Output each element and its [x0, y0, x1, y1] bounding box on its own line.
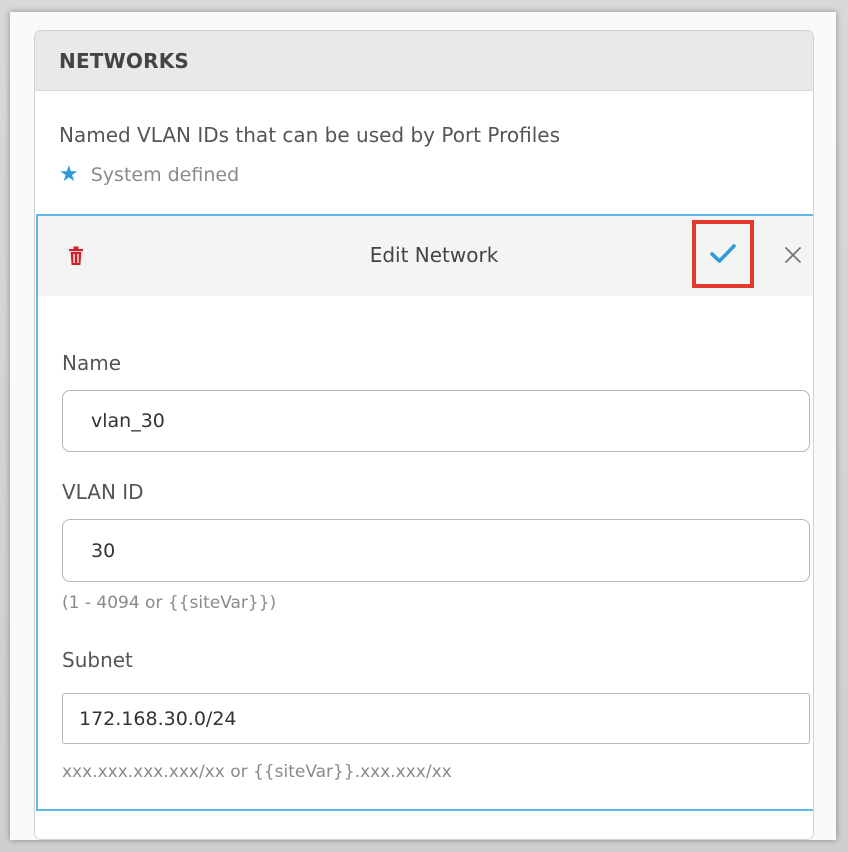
edit-network-header: Edit Network [38, 216, 813, 296]
edit-network-form: Edit Network Name vlan_30 VLAN ID 30 (1 … [36, 214, 813, 811]
name-input-value: vlan_30 [91, 410, 165, 432]
name-label: Name [62, 351, 122, 375]
close-icon [785, 247, 801, 263]
card-header: NETWORKS [35, 31, 813, 91]
check-icon [710, 244, 736, 263]
subnet-hint: xxx.xxx.xxx.xxx/xx or {{siteVar}}.xxx.xx… [62, 762, 452, 782]
vlan-id-input[interactable]: 30 [62, 519, 810, 582]
vlan-id-label: VLAN ID [62, 480, 144, 504]
subnet-input[interactable]: 172.168.30.0/24 [62, 693, 810, 744]
save-button[interactable] [692, 220, 754, 288]
name-input[interactable]: vlan_30 [62, 390, 810, 452]
networks-card: NETWORKS Named VLAN IDs that can be used… [34, 30, 814, 840]
vlan-id-input-value: 30 [91, 539, 116, 562]
subnet-label: Subnet [62, 648, 133, 672]
subnet-input-value: 172.168.30.0/24 [79, 707, 237, 730]
system-defined-legend: ★ System defined [59, 162, 240, 187]
card-description: Named VLAN IDs that can be used by Port … [59, 123, 560, 147]
system-defined-label: System defined [90, 164, 240, 186]
card-title: NETWORKS [59, 49, 190, 73]
star-icon: ★ [59, 162, 79, 187]
vlan-id-hint: (1 - 4094 or {{siteVar}}) [62, 593, 277, 613]
close-button[interactable] [778, 240, 808, 270]
networks-panel: NETWORKS Named VLAN IDs that can be used… [10, 12, 836, 840]
